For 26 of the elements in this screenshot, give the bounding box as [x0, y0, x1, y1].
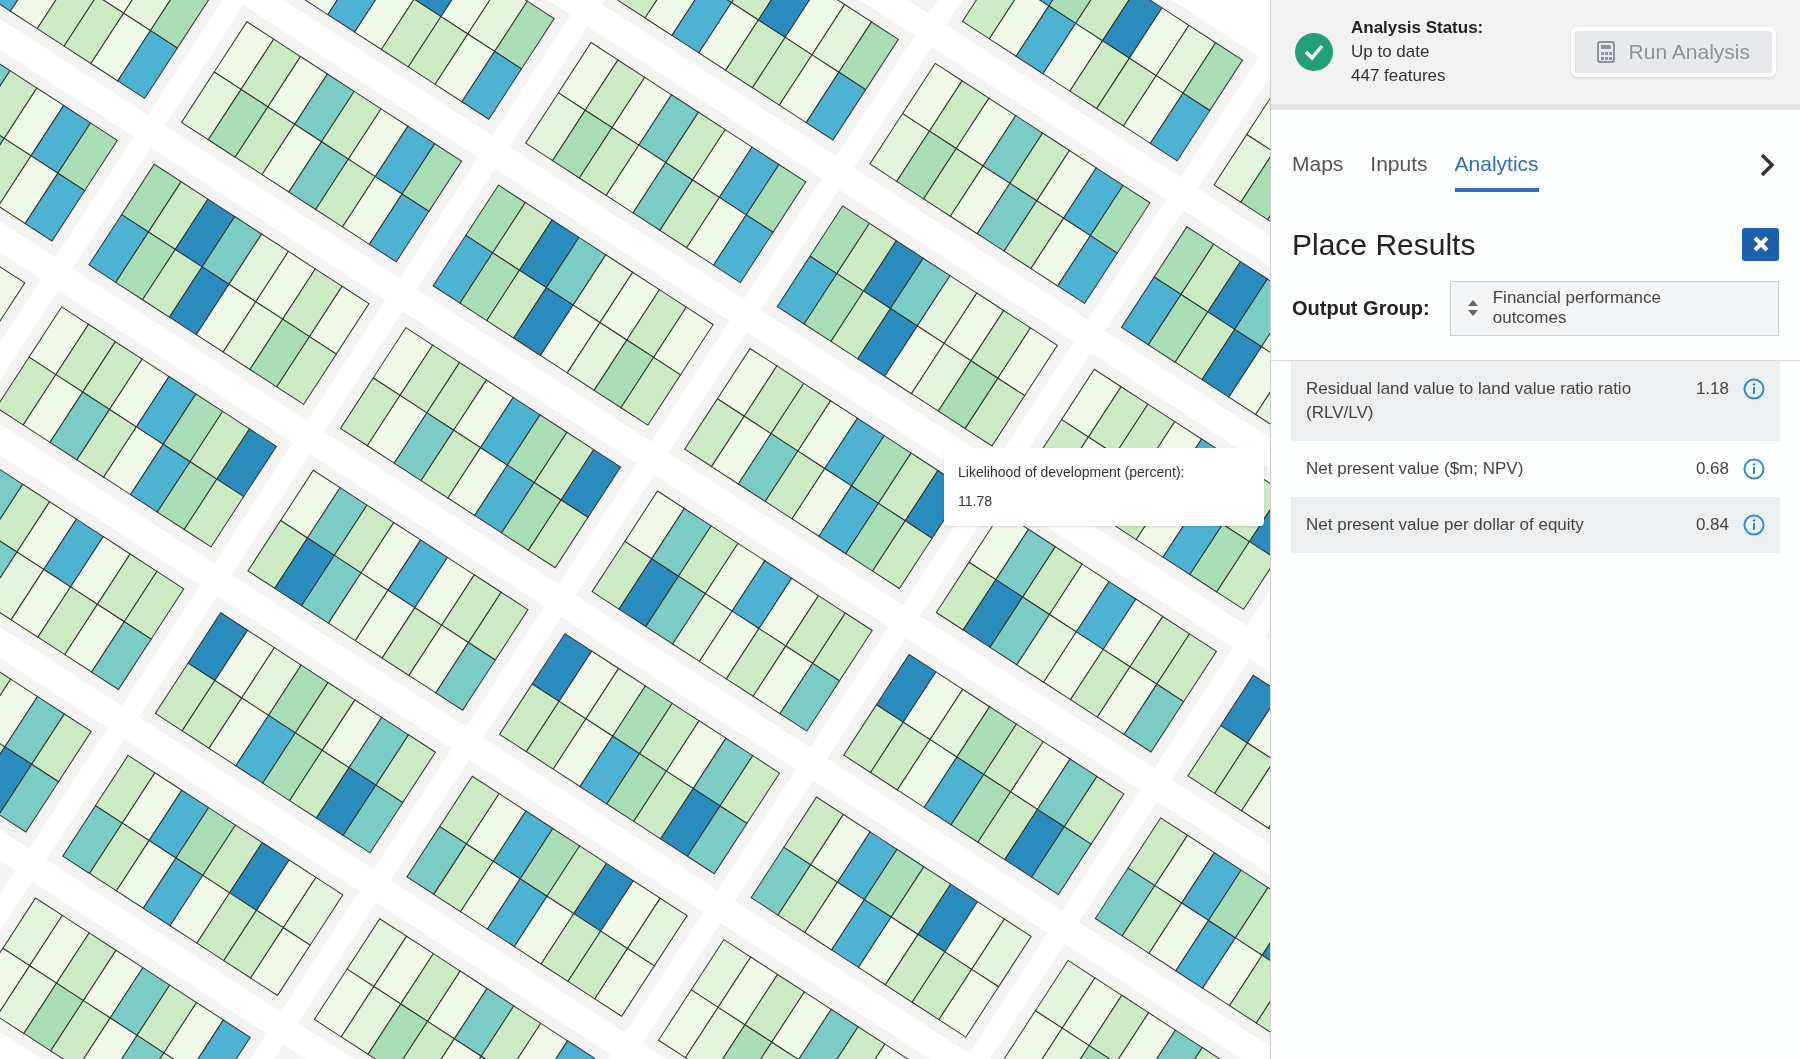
close-button[interactable]: [1742, 227, 1779, 261]
tab[interactable]: Analytics: [1454, 148, 1539, 192]
info-icon[interactable]: [1743, 513, 1765, 536]
result-value: 0.84: [1695, 513, 1729, 536]
tab[interactable]: Inputs: [1370, 148, 1428, 192]
close-icon: [1751, 235, 1770, 253]
tooltip-label: Likelihood of development (percent):: [958, 463, 1186, 482]
panel-title: Place Results: [1292, 226, 1476, 263]
status-text: Up to date: [1351, 41, 1431, 63]
status-title: Analysis Status:: [1351, 17, 1484, 39]
tooltip-value: 11.78: [958, 492, 993, 511]
result-label: Residual land value to land value ratio ratio (RLV/LV): [1306, 377, 1633, 424]
result-value: 1.18: [1695, 377, 1729, 400]
chevron-right-icon[interactable]: [1759, 151, 1775, 178]
result-label: Net present value ($m; NPV): [1306, 457, 1525, 480]
tab[interactable]: Maps: [1292, 148, 1344, 192]
info-icon[interactable]: [1743, 457, 1765, 480]
result-value: 0.68: [1695, 457, 1729, 480]
calculator-icon: [1596, 41, 1615, 63]
output-group-label: Output Group:: [1292, 296, 1430, 321]
sort-arrows-icon: [1466, 299, 1479, 317]
check-circle-icon: [1295, 33, 1333, 71]
info-icon[interactable]: [1743, 377, 1765, 400]
output-group-select[interactable]: Financial performance outcomes: [1449, 280, 1779, 336]
result-label: Net present value per dollar of equity: [1306, 513, 1585, 536]
feature-count: 447 features: [1351, 65, 1447, 87]
